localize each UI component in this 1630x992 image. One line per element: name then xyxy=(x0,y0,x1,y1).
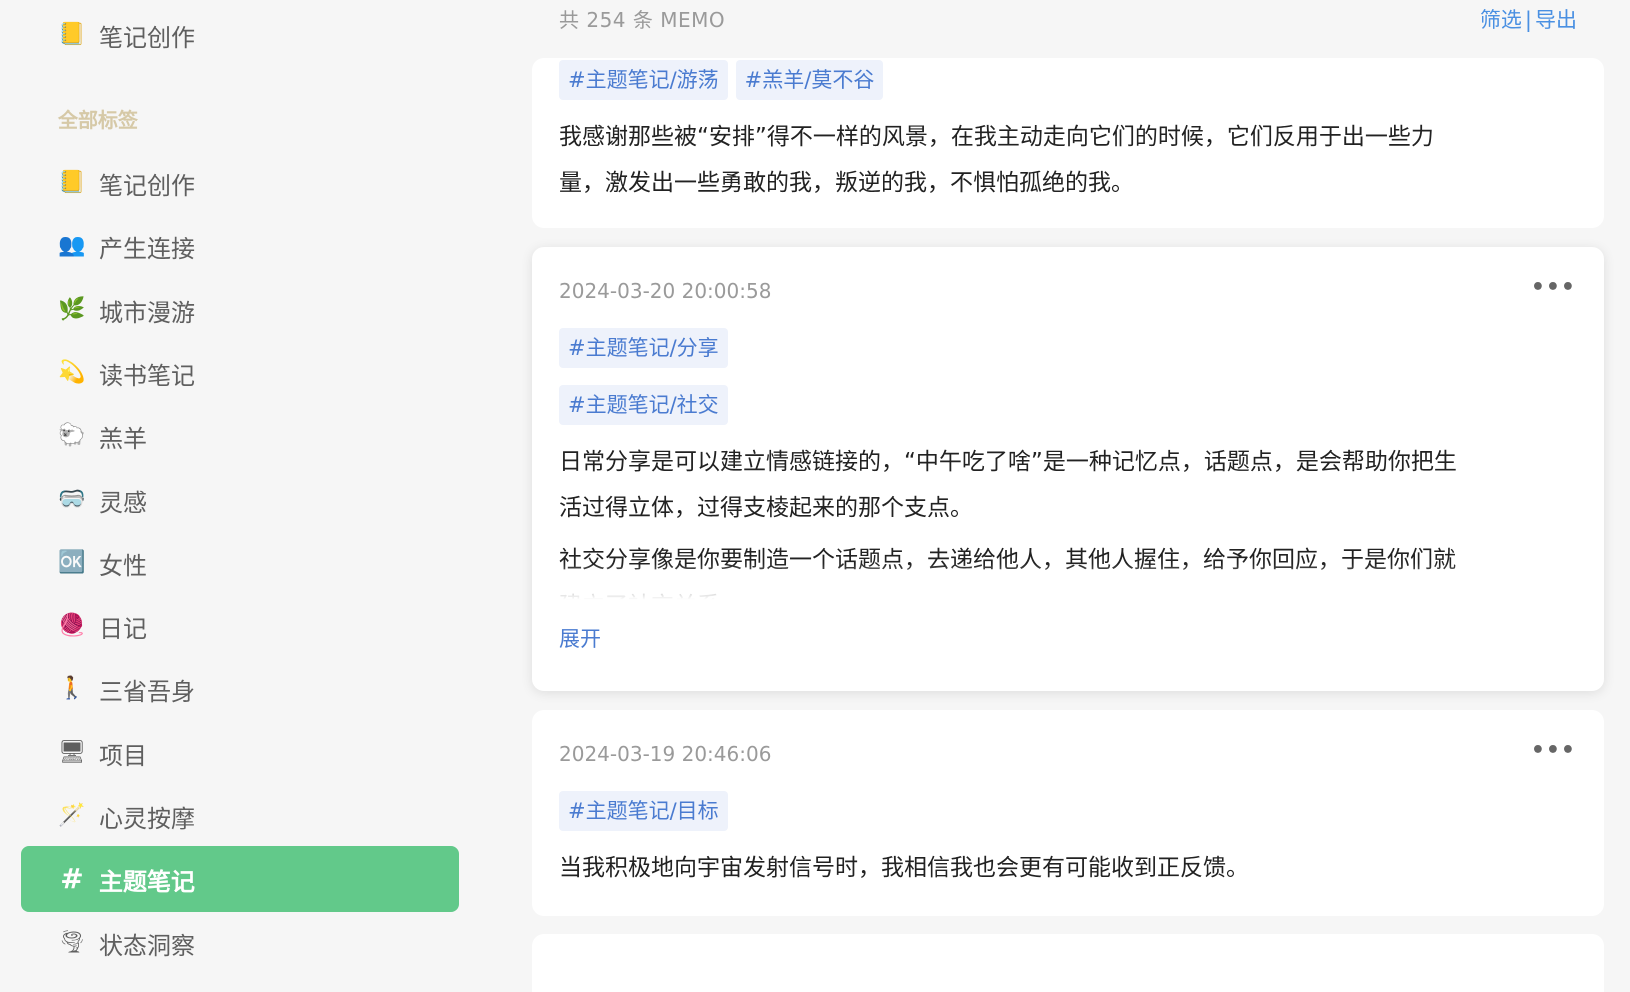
tag-list: #主题笔记/社交 xyxy=(559,385,728,425)
sidebar-item-label: 项目 xyxy=(99,741,147,770)
herb-icon: 🌿 xyxy=(58,297,86,322)
tag-list: #主题笔记/分享 xyxy=(559,328,728,368)
export-link[interactable]: 导出 xyxy=(1535,8,1577,32)
header-actions: 筛选 | 导出 xyxy=(1480,4,1577,34)
sidebar-item-top[interactable]: 📒 笔记创作 xyxy=(21,2,459,68)
memo-date: 2024-03-19 20:46:06 xyxy=(559,742,772,766)
sidebar-item-label: 读书笔记 xyxy=(99,361,195,390)
memo-card: 2024-03-19 20:46:06 ••• #主题笔记/目标 当我积极地向宇… xyxy=(532,710,1604,916)
expand-link[interactable]: 展开 xyxy=(559,623,601,653)
sheep-icon: 🐑 xyxy=(58,423,86,448)
section-label-all-tags: 全部标签 xyxy=(58,108,138,132)
memo-line: 量，激发出一些勇敢的我，叛逆的我，不惧怕孤绝的我。 xyxy=(559,170,1134,196)
memo-list: 共 254 条 MEMO 筛选 | 导出 #主题笔记/游荡 #羔羊/莫不谷 我感谢那… xyxy=(532,0,1604,992)
walking-person-icon: 🚶 xyxy=(58,676,86,701)
sidebar-item-label: 灵感 xyxy=(99,488,147,517)
memo-count: 共 254 条 MEMO xyxy=(559,8,726,32)
sidebar-item-label: 心灵按摩 xyxy=(99,804,195,833)
filter-link[interactable]: 筛选 xyxy=(1480,8,1522,32)
sidebar-item[interactable]: 🧶 日记 xyxy=(21,593,459,659)
memo-content: 当我积极地向宇宙发射信号时，我相信我也会更有可能收到正反馈。 xyxy=(559,845,1577,891)
sidebar-item[interactable]: 👥 产生连接 xyxy=(21,213,459,279)
app-root: 📒 笔记创作 全部标签 📒 笔记创作 👥 产生连接 🌿 城市漫游 💫 读书笔记 🐑 羔羊 🥽 灵感 🆗 女… xyxy=(0,0,1630,992)
sidebar-item-label: 女性 xyxy=(99,551,147,580)
memo-line: 我感谢那些被“安排”得不一样的风景，在我主动走向它们的时候，它们反用于出一些力 xyxy=(559,124,1434,150)
tag[interactable]: #主题笔记/游荡 xyxy=(559,60,728,100)
sidebar-item[interactable]: 💫 读书笔记 xyxy=(21,340,459,406)
notebook-icon: 📒 xyxy=(58,170,86,195)
tag[interactable]: #主题笔记/社交 xyxy=(559,385,728,425)
tag[interactable]: #羔羊/莫不谷 xyxy=(735,60,884,100)
sidebar-item[interactable]: 🪄 心灵按摩 xyxy=(21,783,459,849)
sidebar-item-label: 笔记创作 xyxy=(99,23,195,52)
people-icon: 👥 xyxy=(58,233,86,258)
memo-line: 日常分享是可以建立情感链接的，“中午吃了啥”是一种记忆点，话题点，是会帮助你把生 xyxy=(559,449,1457,475)
sidebar-item[interactable]: 🌪 状态洞察 xyxy=(21,910,459,976)
ok-button-icon: 🆗 xyxy=(58,550,86,575)
memo-line: 建立了社交关系 xyxy=(559,583,1577,603)
memo-card: 2024-03-20 20:00:58 ••• #主题笔记/分享 #主题笔记/社… xyxy=(532,247,1604,691)
magic-wand-icon: 🪄 xyxy=(58,803,86,828)
hash-icon: # xyxy=(60,862,84,895)
sidebar-item[interactable]: 🖥 项目 xyxy=(21,720,459,786)
memo-collapsed-content: 社交分享像是你要制造一个话题点，去递给他人，其他人握住，给予你回应，于是你们就 … xyxy=(559,537,1577,603)
memo-content: 我感谢那些被“安排”得不一样的风景，在我主动走向它们的时候，它们反用于出一些力 … xyxy=(559,114,1577,206)
sidebar-item-label: 羔羊 xyxy=(99,424,147,453)
sidebar: 📒 笔记创作 全部标签 📒 笔记创作 👥 产生连接 🌿 城市漫游 💫 读书笔记 🐑 羔羊 🥽 灵感 🆗 女… xyxy=(0,0,480,992)
memo-line: 当我积极地向宇宙发射信号时，我相信我也会更有可能收到正反馈。 xyxy=(559,855,1249,881)
dizzy-star-icon: 💫 xyxy=(58,360,86,385)
sidebar-item-label: 笔记创作 xyxy=(99,171,195,200)
sidebar-item[interactable]: # 主题笔记 xyxy=(21,846,459,912)
sidebar-item-label: 产生连接 xyxy=(99,234,195,263)
memo-date: 2024-03-20 20:00:58 xyxy=(559,279,772,303)
sidebar-item[interactable]: 📒 笔记创作 xyxy=(21,150,459,216)
sidebar-item[interactable]: 🚶 三省吾身 xyxy=(21,656,459,722)
sidebar-item[interactable]: 🥽 灵感 xyxy=(21,467,459,533)
sidebar-item-label: 主题笔记 xyxy=(99,867,195,896)
tornado-icon: 🌪 xyxy=(58,930,86,955)
memo-content: 日常分享是可以建立情感链接的，“中午吃了啥”是一种记忆点，话题点，是会帮助你把生… xyxy=(559,439,1577,531)
separator: | xyxy=(1524,8,1532,32)
sidebar-item-label: 城市漫游 xyxy=(99,298,195,327)
memo-card: #主题笔记/游荡 #羔羊/莫不谷 我感谢那些被“安排”得不一样的风景，在我主动走… xyxy=(532,58,1604,228)
sidebar-item[interactable]: 🌿 城市漫游 xyxy=(21,277,459,343)
sidebar-item-label: 日记 xyxy=(99,614,147,643)
more-options-icon[interactable]: ••• xyxy=(1531,277,1576,299)
memo-line: 活过得立体，过得支棱起来的那个支点。 xyxy=(559,495,973,521)
goggles-icon: 🥽 xyxy=(58,487,86,512)
tag[interactable]: #主题笔记/目标 xyxy=(559,791,728,831)
desktop-computer-icon: 🖥 xyxy=(58,740,86,765)
memo-line: 社交分享像是你要制造一个话题点，去递给他人，其他人握住，给予你回应，于是你们就 xyxy=(559,547,1456,573)
sidebar-item[interactable]: 🐑 羔羊 xyxy=(21,403,459,469)
tag-list: #主题笔记/游荡 #羔羊/莫不谷 xyxy=(559,60,884,100)
notebook-icon: 📒 xyxy=(58,22,86,47)
memo-card xyxy=(532,934,1604,992)
tag[interactable]: #主题笔记/分享 xyxy=(559,328,728,368)
sidebar-item[interactable]: 🆗 女性 xyxy=(21,530,459,596)
sidebar-item-label: 三省吾身 xyxy=(99,677,195,706)
yarn-ball-icon: 🧶 xyxy=(58,613,86,638)
more-options-icon[interactable]: ••• xyxy=(1531,740,1576,762)
tag-list: #主题笔记/目标 xyxy=(559,791,728,831)
sidebar-item-label: 状态洞察 xyxy=(99,931,195,960)
